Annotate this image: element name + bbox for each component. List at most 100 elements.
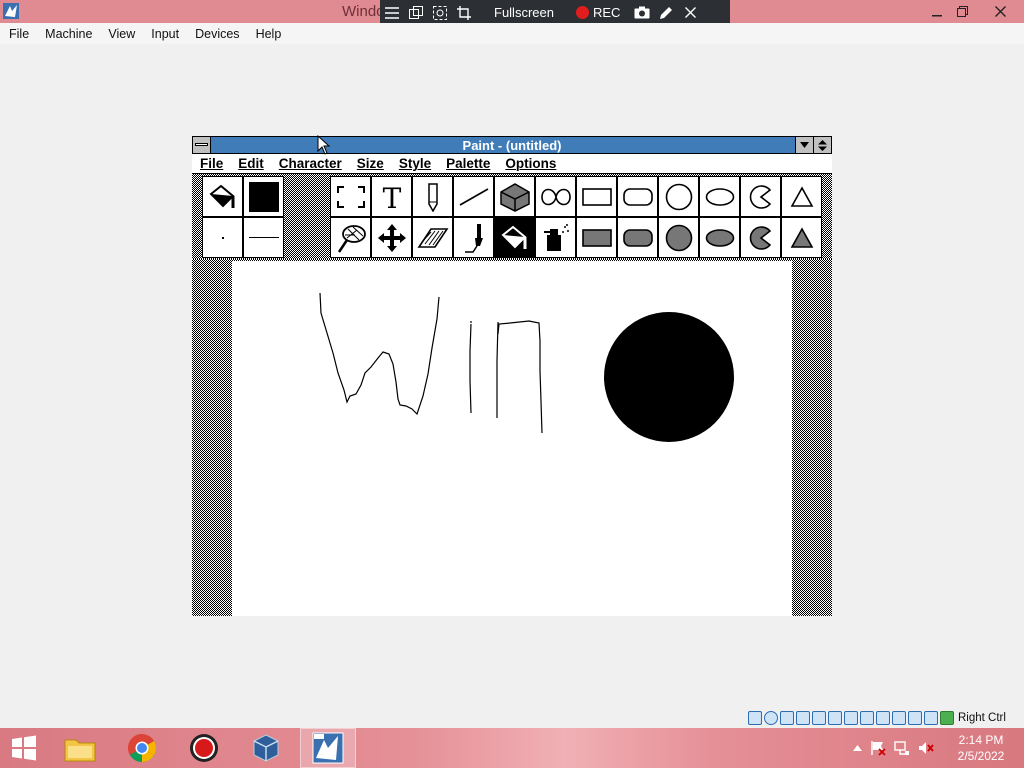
audio-icon[interactable]: [796, 711, 810, 725]
eraser-icon: [417, 227, 448, 248]
display-icon[interactable]: [860, 711, 874, 725]
restore-button[interactable]: [947, 1, 977, 22]
start-button[interactable]: [0, 728, 48, 768]
paint-menu-style[interactable]: Style: [399, 156, 431, 171]
rounded-rectangle-icon: [622, 187, 653, 206]
host-key-label: Right Ctrl: [958, 712, 1006, 724]
window-mode-button[interactable]: [404, 0, 428, 25]
tool-rounded-rectangle[interactable]: [617, 176, 658, 217]
tray-network[interactable]: [890, 728, 914, 768]
tool-filled-pie[interactable]: [740, 217, 781, 258]
tool-pencil[interactable]: [412, 176, 453, 217]
paint-menu-size[interactable]: Size: [357, 156, 384, 171]
tool-polygon[interactable]: [781, 176, 822, 217]
paint-menu-options[interactable]: Options: [505, 156, 556, 171]
drawing-canvas[interactable]: [232, 261, 792, 616]
tool-filled-ellipse[interactable]: [699, 217, 740, 258]
tool-pick[interactable]: [371, 217, 412, 258]
tool-filled-circle[interactable]: [658, 217, 699, 258]
taskbar-virtualbox[interactable]: [238, 728, 294, 768]
minimize-icon: [932, 14, 942, 16]
hard-disk-icon[interactable]: [748, 711, 762, 725]
paint-menu-edit[interactable]: Edit: [238, 156, 264, 171]
tool-filled-rectangle[interactable]: [576, 217, 617, 258]
paint-menu-palette[interactable]: Palette: [446, 156, 490, 171]
camera-icon: [634, 6, 650, 19]
draw-button[interactable]: [654, 0, 678, 25]
toolbar-close-button[interactable]: [678, 0, 702, 25]
close-button[interactable]: [985, 1, 1015, 22]
pencil-icon: [660, 6, 673, 19]
paint-restore-button[interactable]: [813, 137, 831, 153]
host-menu-devices[interactable]: Devices: [195, 27, 239, 41]
tool-lasso[interactable]: [330, 217, 371, 258]
host-menu-file[interactable]: File: [9, 27, 29, 41]
taskbar-windows-3x-vm[interactable]: [300, 728, 356, 768]
line-width-selector[interactable]: [243, 217, 284, 258]
taskbar-chrome[interactable]: [114, 728, 170, 768]
network-icon[interactable]: [812, 711, 826, 725]
filled-triangle-icon: [790, 226, 813, 248]
host-menu-help[interactable]: Help: [256, 27, 282, 41]
cpu-icon[interactable]: [892, 711, 906, 725]
floppy-icon[interactable]: [780, 711, 794, 725]
optical-drive-icon[interactable]: [764, 711, 778, 725]
tool-curve[interactable]: [535, 176, 576, 217]
host-key-icon[interactable]: [940, 711, 954, 725]
hamburger-icon: [385, 6, 399, 19]
canvas-area: [192, 259, 832, 616]
tool-line[interactable]: [453, 176, 494, 217]
host-menu-view[interactable]: View: [108, 27, 135, 41]
color-indicator-roller[interactable]: [202, 176, 243, 217]
text-icon: T: [382, 183, 401, 211]
host-menu-machine[interactable]: Machine: [45, 27, 92, 41]
menu-button[interactable]: [380, 0, 404, 25]
rec-label[interactable]: REC: [593, 5, 620, 20]
paint-minimize-button[interactable]: [795, 137, 813, 153]
brush-size-dot[interactable]: [202, 217, 243, 258]
crop-button[interactable]: [452, 0, 476, 25]
shared-folder-icon[interactable]: [844, 711, 858, 725]
zoom-button[interactable]: [428, 0, 452, 25]
paint-titlebar[interactable]: Paint - (untitled): [192, 136, 832, 154]
host-menu-input[interactable]: Input: [151, 27, 179, 41]
paint-window-title: Paint - (untitled): [462, 138, 562, 153]
taskbar-obs-recorder[interactable]: [176, 728, 232, 768]
tray-volume[interactable]: [914, 728, 938, 768]
usb-icon[interactable]: [828, 711, 842, 725]
tool-filled-rounded-rectangle[interactable]: [617, 217, 658, 258]
record-icon[interactable]: [575, 6, 589, 19]
vt-x-icon[interactable]: [908, 711, 922, 725]
tool-eraser[interactable]: [412, 217, 453, 258]
scissors-icon: [336, 185, 365, 208]
tool-text[interactable]: T: [371, 176, 412, 217]
tool-ellipse[interactable]: [699, 176, 740, 217]
video-capture-icon[interactable]: [876, 711, 890, 725]
tool-circle[interactable]: [658, 176, 699, 217]
mouse-integration-icon[interactable]: [924, 711, 938, 725]
taskbar-clock[interactable]: 2:14 PM 2/5/2022: [946, 732, 1016, 764]
speaker-muted-icon: [919, 742, 934, 754]
paint-menu-character[interactable]: Character: [279, 156, 342, 171]
tool-pie[interactable]: [740, 176, 781, 217]
tool-spray-can[interactable]: [535, 217, 576, 258]
airbrush-cube-icon: [499, 182, 530, 212]
flag-icon: [871, 741, 886, 756]
tool-scissors[interactable]: [330, 176, 371, 217]
paint-menu-file[interactable]: File: [200, 156, 223, 171]
tray-action-center[interactable]: [866, 728, 890, 768]
foreground-color-swatch[interactable]: [243, 176, 284, 217]
close-icon: [684, 7, 696, 18]
filled-circle-icon: [665, 224, 692, 251]
taskbar-file-explorer[interactable]: [52, 728, 108, 768]
tool-paint-roller[interactable]: [494, 217, 535, 258]
tool-rectangle[interactable]: [576, 176, 617, 217]
screenshot-button[interactable]: [630, 0, 654, 25]
tool-brush[interactable]: [453, 217, 494, 258]
fullscreen-label[interactable]: Fullscreen: [494, 5, 554, 20]
zoom-icon: [433, 5, 447, 20]
tool-filled-polygon[interactable]: [781, 217, 822, 258]
tool-airbrush[interactable]: [494, 176, 535, 217]
tray-expand-button[interactable]: [848, 728, 866, 768]
triangle-updown-icon: [818, 139, 827, 151]
